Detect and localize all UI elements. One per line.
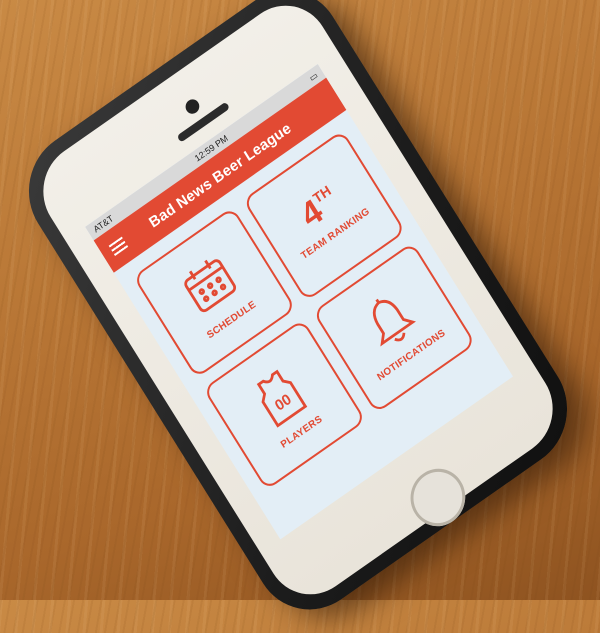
jersey-number: 00: [272, 390, 295, 414]
photo-scene: AT&T 12:59 PM ▭ Bad News Beer League SCH…: [0, 0, 600, 633]
front-camera: [182, 96, 202, 117]
home-button[interactable]: [400, 457, 476, 538]
phone: AT&T 12:59 PM ▭ Bad News Beer League SCH…: [7, 0, 589, 633]
